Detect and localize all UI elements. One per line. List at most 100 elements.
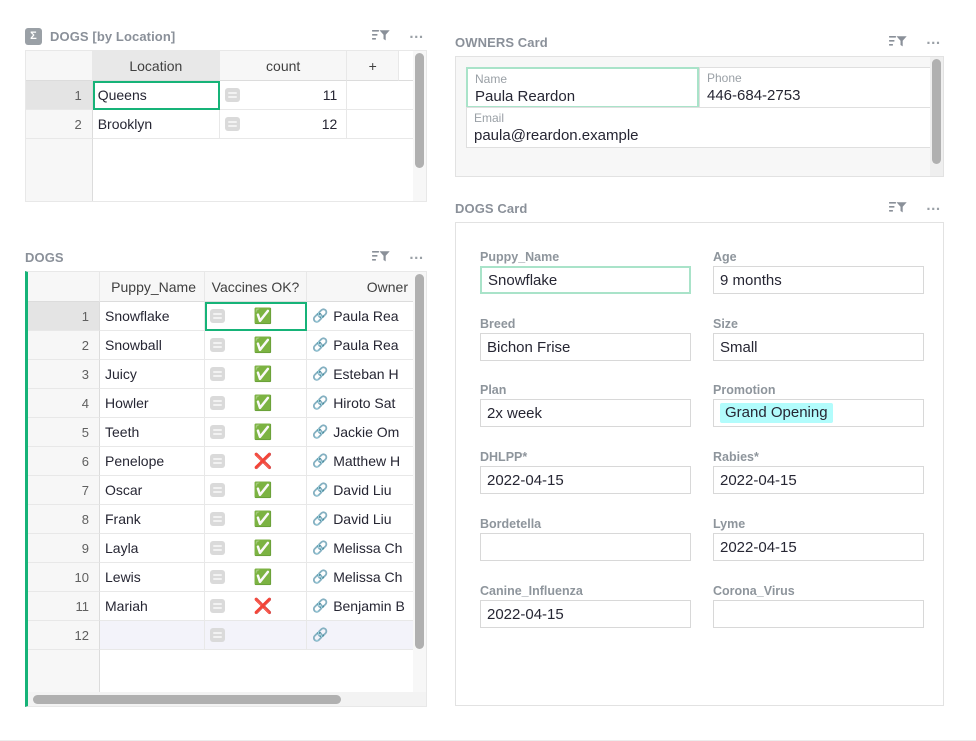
header-count[interactable]: count [220, 51, 347, 81]
dogs-field-canine-influenza[interactable]: Canine_Influenza 2022-04-15 [480, 584, 691, 628]
dogs-field-breed[interactable]: Breed Bichon Frise [480, 317, 691, 361]
row-number[interactable]: 1 [26, 81, 93, 110]
sort-filter-icon[interactable] [888, 199, 908, 217]
table-row[interactable]: 4 Howler ✅ 🔗 Hiroto Sat [28, 389, 426, 418]
cell-owner[interactable]: 🔗 Paula Rea [307, 302, 415, 331]
cell-count[interactable]: 11 [220, 81, 347, 110]
field-value-lyme[interactable]: 2022-04-15 [713, 533, 924, 561]
owners-card-frame[interactable]: Name Paula Reardon Phone 446-684-2753 Em… [455, 56, 944, 177]
field-value-size[interactable]: Small [713, 333, 924, 361]
field-value-age[interactable]: 9 months [713, 266, 924, 294]
cell-puppy-name[interactable]: Layla [100, 534, 205, 563]
cell-owner[interactable]: 🔗 David Liu [307, 505, 415, 534]
horizontal-scroll-thumb[interactable] [33, 695, 341, 704]
cell-vaccines-ok[interactable]: ✅ [205, 563, 307, 592]
cell-puppy-name[interactable]: Snowball [100, 331, 205, 360]
row-number[interactable]: 5 [28, 418, 100, 447]
table-row[interactable]: 5 Teeth ✅ 🔗 Jackie Om [28, 418, 426, 447]
field-value-rabies[interactable]: 2022-04-15 [713, 466, 924, 494]
cell-vaccines-ok[interactable]: ❌ [205, 447, 307, 476]
cell-puppy-name[interactable]: Mariah [100, 592, 205, 621]
cell-vaccines-ok[interactable]: ❌ [205, 592, 307, 621]
more-options-icon[interactable]: … [407, 248, 427, 266]
field-value-plan[interactable]: 2x week [480, 399, 691, 427]
more-options-icon[interactable]: … [924, 33, 944, 51]
cell-owner[interactable]: 🔗 Melissa Ch [307, 563, 415, 592]
cell-count[interactable]: 12 [220, 110, 347, 139]
row-number[interactable]: 11 [28, 592, 100, 621]
header-owner[interactable]: Owner [307, 272, 415, 302]
row-number[interactable]: 10 [28, 563, 100, 592]
dogs-field-puppy-name[interactable]: Puppy_Name Snowflake [480, 250, 691, 294]
header-rownum[interactable] [26, 51, 93, 81]
header-location[interactable]: Location [93, 51, 220, 81]
row-number[interactable]: 3 [28, 360, 100, 389]
cell-vaccines-ok[interactable]: ✅ [205, 389, 307, 418]
vertical-scrollbar[interactable] [930, 57, 943, 176]
cell-owner[interactable]: 🔗 [307, 621, 415, 650]
dogs-field-lyme[interactable]: Lyme 2022-04-15 [713, 517, 924, 561]
cell-puppy-name[interactable] [100, 621, 205, 650]
row-number[interactable]: 6 [28, 447, 100, 476]
dogs-field-age[interactable]: Age 9 months [713, 250, 924, 294]
cell-vaccines-ok[interactable] [205, 621, 307, 650]
cell-vaccines-ok[interactable]: ✅ [205, 476, 307, 505]
row-number[interactable]: 12 [28, 621, 100, 650]
table-row[interactable]: 6 Penelope ❌ 🔗 Matthew H [28, 447, 426, 476]
table-row[interactable]: 11 Mariah ❌ 🔗 Benjamin B [28, 592, 426, 621]
vertical-scroll-thumb[interactable] [415, 53, 424, 168]
sort-filter-icon[interactable] [888, 33, 908, 51]
vertical-scrollbar[interactable] [413, 51, 426, 201]
cell-owner[interactable]: 🔗 Matthew H [307, 447, 415, 476]
cell-vaccines-ok[interactable]: ✅ [205, 331, 307, 360]
table-row[interactable]: 7 Oscar ✅ 🔗 David Liu [28, 476, 426, 505]
table-row[interactable]: 10 Lewis ✅ 🔗 Melissa Ch [28, 563, 426, 592]
dogs-field-bordetella[interactable]: Bordetella [480, 517, 691, 561]
cell-puppy-name[interactable]: Oscar [100, 476, 205, 505]
field-value-dhlpp[interactable]: 2022-04-15 [480, 466, 691, 494]
header-add-column[interactable]: + [347, 51, 399, 81]
cell-vaccines-ok[interactable]: ✅ [205, 418, 307, 447]
more-options-icon[interactable]: … [924, 199, 944, 217]
cell-puppy-name[interactable]: Snowflake [100, 302, 205, 331]
row-number[interactable]: 2 [26, 110, 93, 139]
dogs-field-rabies[interactable]: Rabies* 2022-04-15 [713, 450, 924, 494]
field-value-breed[interactable]: Bichon Frise [480, 333, 691, 361]
more-options-icon[interactable]: … [407, 27, 427, 45]
dogs-card-frame[interactable]: Puppy_Name Snowflake Age 9 months Breed … [455, 222, 944, 706]
header-vaccines-ok[interactable]: Vaccines OK? [205, 272, 307, 302]
dogs-field-size[interactable]: Size Small [713, 317, 924, 361]
cell-vaccines-ok[interactable]: ✅ [205, 302, 307, 331]
row-number[interactable]: 8 [28, 505, 100, 534]
cell-vaccines-ok[interactable]: ✅ [205, 505, 307, 534]
table-row[interactable]: 1 Queens 11 [26, 81, 426, 110]
cell-puppy-name[interactable]: Teeth [100, 418, 205, 447]
owners-field-email[interactable]: Email paula@reardon.example [466, 107, 931, 148]
owners-field-name[interactable]: Name Paula Reardon [466, 67, 699, 108]
row-number[interactable]: 7 [28, 476, 100, 505]
cell-owner[interactable]: 🔗 Paula Rea [307, 331, 415, 360]
cell-puppy-name[interactable]: Howler [100, 389, 205, 418]
cell-vaccines-ok[interactable]: ✅ [205, 534, 307, 563]
dogs-field-corona-virus[interactable]: Corona_Virus [713, 584, 924, 628]
table-row[interactable]: 9 Layla ✅ 🔗 Melissa Ch [28, 534, 426, 563]
dogs-field-plan[interactable]: Plan 2x week [480, 383, 691, 427]
cell-owner[interactable]: 🔗 Jackie Om [307, 418, 415, 447]
sort-filter-icon[interactable] [371, 248, 391, 266]
field-value-bordetella[interactable] [480, 533, 691, 561]
table-row[interactable]: 1 Snowflake ✅ 🔗 Paula Rea [28, 302, 426, 331]
row-number[interactable]: 4 [28, 389, 100, 418]
cell-owner[interactable]: 🔗 Benjamin B [307, 592, 415, 621]
header-puppy-name[interactable]: Puppy_Name [100, 272, 205, 302]
records-grid[interactable]: Puppy_Name Vaccines OK? Owner 1 Snowflak… [25, 271, 427, 707]
cell-vaccines-ok[interactable]: ✅ [205, 360, 307, 389]
row-number[interactable]: 1 [28, 302, 100, 331]
cell-owner[interactable]: 🔗 Hiroto Sat [307, 389, 415, 418]
table-row[interactable]: 2 Brooklyn 12 [26, 110, 426, 139]
dogs-field-promotion[interactable]: Promotion Grand Opening [713, 383, 924, 427]
sort-filter-icon[interactable] [371, 27, 391, 45]
cell-owner[interactable]: 🔗 Melissa Ch [307, 534, 415, 563]
cell-puppy-name[interactable]: Lewis [100, 563, 205, 592]
row-number[interactable]: 2 [28, 331, 100, 360]
summary-grid[interactable]: Location count + 1 Queens 11 2 Brooklyn [25, 50, 427, 202]
